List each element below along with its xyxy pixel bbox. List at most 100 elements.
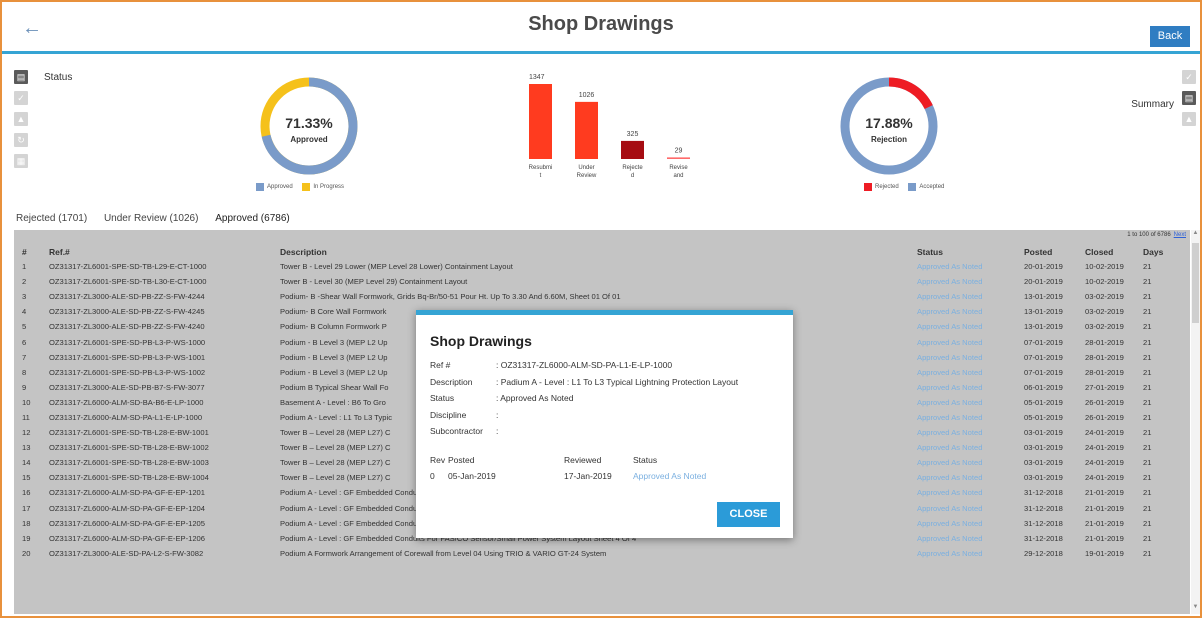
history-status-link[interactable]: Approved As Noted xyxy=(633,471,706,481)
back-button[interactable]: Back xyxy=(1150,26,1190,47)
days-cell: 21 xyxy=(1143,352,1152,362)
status-cell[interactable]: Approved As Noted xyxy=(909,546,1016,561)
ref-cell: OZ31317-ZL6001-SPE-SD-TB-L29-E-CT-1000 xyxy=(49,262,207,272)
description-cell: Podium A Formwork Arrangement of Corewal… xyxy=(280,548,607,558)
row-number: 4 xyxy=(22,307,27,317)
status-cell[interactable]: Approved As Noted xyxy=(909,440,1016,455)
bar-rejected[interactable] xyxy=(621,140,644,159)
days-cell: 21 xyxy=(1143,488,1152,498)
ref-cell: OZ31317-ZL6001-SPE-SD-TB-L30-E-CT-1000 xyxy=(49,277,207,287)
status-cell[interactable]: Approved As Noted xyxy=(909,531,1016,546)
status-cell[interactable]: Approved As Noted xyxy=(909,501,1016,516)
status-cell[interactable]: Approved As Noted xyxy=(909,455,1016,470)
cone-icon[interactable]: ▲ xyxy=(14,112,28,126)
col-header-posted[interactable]: Posted xyxy=(1016,244,1077,259)
scroll-down-icon[interactable]: ▼ xyxy=(1191,604,1200,614)
calendar-icon[interactable]: ▦ xyxy=(14,154,28,168)
days-cell: 21 xyxy=(1143,443,1152,453)
row-number: 7 xyxy=(22,352,27,362)
status-cell[interactable]: Approved As Noted xyxy=(909,395,1016,410)
table-row[interactable]: 3 OZ31317-ZL3000-ALE-SD-PB-ZZ-S-FW-4244 Po… xyxy=(14,289,1190,304)
rejection-legend: Rejected Accepted xyxy=(864,183,952,191)
status-cell[interactable]: Approved As Noted xyxy=(909,380,1016,395)
closed-cell: 28-01-2019 xyxy=(1085,337,1124,347)
days-cell: 21 xyxy=(1143,292,1152,302)
bar-category-label: Revise xyxy=(669,165,688,171)
col-header-description[interactable]: Description xyxy=(272,244,909,259)
scroll-up-icon[interactable]: ▲ xyxy=(1191,230,1200,240)
table-row[interactable]: 1 OZ31317-ZL6001-SPE-SD-TB-L29-E-CT-1000 T… xyxy=(14,259,1190,274)
cone-icon[interactable]: ▲ xyxy=(1182,112,1196,126)
modal-field-discipline: Discipline: xyxy=(430,410,498,420)
description-cell: Podium- B -Shear Wall Formwork, Grids Bq… xyxy=(280,292,621,302)
grid-scrollbar[interactable]: ▲ ▼ xyxy=(1191,230,1200,614)
history-rev: 0 xyxy=(430,471,435,481)
status-cell[interactable]: Approved As Noted xyxy=(909,350,1016,365)
pager-range: 1 to 100 of 6786 xyxy=(1127,232,1171,238)
col-header-closed[interactable]: Closed xyxy=(1077,244,1135,259)
status-cell[interactable]: Approved As Noted xyxy=(909,334,1016,349)
days-cell: 21 xyxy=(1143,518,1152,528)
posted-cell: 13-01-2019 xyxy=(1024,292,1063,302)
document-icon[interactable]: ▤ xyxy=(1182,91,1196,105)
row-number: 16 xyxy=(22,488,31,498)
status-cell[interactable]: Approved As Noted xyxy=(909,516,1016,531)
status-cell[interactable]: Approved As Noted xyxy=(909,410,1016,425)
tab-rejected[interactable]: Rejected (1701) xyxy=(16,213,87,224)
status-cell[interactable]: Approved As Noted xyxy=(909,425,1016,440)
tab-approved[interactable]: Approved (6786) xyxy=(215,213,290,224)
scroll-thumb[interactable] xyxy=(1192,243,1199,323)
status-cell[interactable]: Approved As Noted xyxy=(909,485,1016,500)
closed-cell: 26-01-2019 xyxy=(1085,397,1124,407)
modal-field-value: : Padium A - Level : L1 To L3 Typical Li… xyxy=(496,377,739,387)
status-tabs: Rejected (1701) Under Review (1026) Appr… xyxy=(16,213,304,224)
check-icon[interactable]: ✓ xyxy=(1182,70,1196,84)
status-cell[interactable]: Approved As Noted xyxy=(909,470,1016,485)
modal-field-key: Subcontractor xyxy=(430,426,483,436)
bar-category-label: Rejecte xyxy=(622,165,643,171)
status-cell[interactable]: Approved As Noted xyxy=(909,259,1016,274)
close-button[interactable]: CLOSE xyxy=(717,502,780,527)
row-number: 15 xyxy=(22,473,31,483)
col-header-number[interactable]: # xyxy=(14,244,41,259)
days-cell: 21 xyxy=(1143,548,1152,558)
table-row[interactable]: 2 OZ31317-ZL6001-SPE-SD-TB-L30-E-CT-1000 T… xyxy=(14,274,1190,289)
status-cell[interactable]: Approved As Noted xyxy=(909,365,1016,380)
row-number: 19 xyxy=(22,533,31,543)
col-header-days[interactable]: Days xyxy=(1135,244,1190,259)
bar-resubmit[interactable] xyxy=(529,84,552,159)
tab-under-review[interactable]: Under Review (1026) xyxy=(104,213,199,224)
status-cell[interactable]: Approved As Noted xyxy=(909,289,1016,304)
check-icon[interactable]: ✓ xyxy=(14,91,28,105)
ref-cell: OZ31317-ZL6000-ALM-SD-PA-GF-E-EP-1204 xyxy=(49,503,206,513)
bar-revise-and[interactable] xyxy=(667,157,690,159)
approval-legend: Approved In Progress xyxy=(256,183,352,191)
row-number: 14 xyxy=(22,458,31,468)
bar-value-label: 325 xyxy=(627,131,639,138)
history-header-posted: Posted xyxy=(448,455,475,465)
modal-field-key: Discipline xyxy=(430,410,467,420)
description-cell: Tower B - Level 29 Lower (MEP Level 28 L… xyxy=(280,262,513,272)
next-page-link[interactable]: Next xyxy=(1174,232,1186,238)
status-cell[interactable]: Approved As Noted xyxy=(909,274,1016,289)
status-cell[interactable]: Approved As Noted xyxy=(909,319,1016,334)
table-row[interactable]: 20 OZ31317-ZL3000-ALE-SD-PA-L2-S-FW-3082 P… xyxy=(14,546,1190,561)
refresh-icon[interactable]: ↻ xyxy=(14,133,28,147)
legend-accepted: Accepted xyxy=(919,184,945,190)
closed-cell: 26-01-2019 xyxy=(1085,412,1124,422)
days-cell: 21 xyxy=(1143,262,1152,272)
posted-cell: 31-12-2018 xyxy=(1024,488,1063,498)
status-cell[interactable]: Approved As Noted xyxy=(909,304,1016,319)
posted-cell: 05-01-2019 xyxy=(1024,412,1063,422)
modal-field-status: Status: Approved As Noted xyxy=(430,393,574,403)
bar-under-review[interactable] xyxy=(575,101,598,159)
ref-cell: OZ31317-ZL3000-ALE-SD-PA-L2-S-FW-3082 xyxy=(49,548,204,558)
document-icon[interactable]: ▤ xyxy=(14,70,28,84)
col-header-status[interactable]: Status xyxy=(909,244,1016,259)
history-header-rev: Rev xyxy=(430,455,446,465)
posted-cell: 03-01-2019 xyxy=(1024,428,1063,438)
closed-cell: 03-02-2019 xyxy=(1085,292,1124,302)
closed-cell: 28-01-2019 xyxy=(1085,352,1124,362)
closed-cell: 03-02-2019 xyxy=(1085,307,1124,317)
col-header-ref[interactable]: Ref.# xyxy=(41,244,272,259)
